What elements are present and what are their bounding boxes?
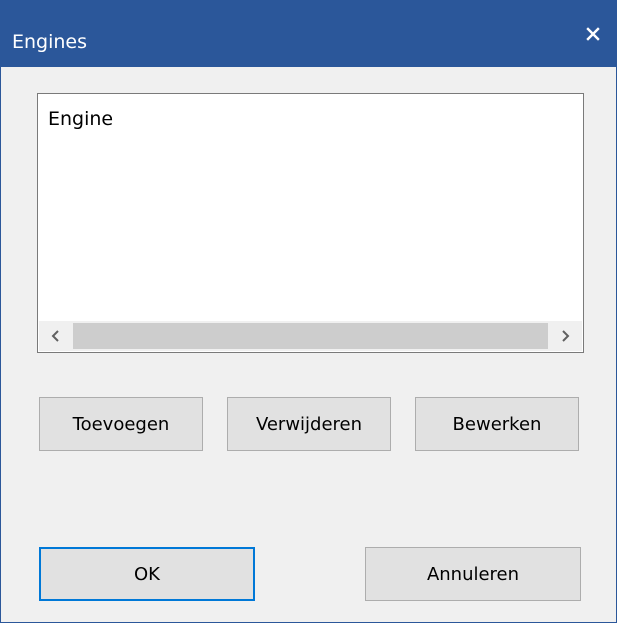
close-button[interactable] <box>570 11 616 57</box>
edit-button[interactable]: Bewerken <box>415 397 579 451</box>
list-item[interactable]: Engine <box>48 108 113 130</box>
scroll-thumb[interactable] <box>73 323 548 349</box>
chevron-left-icon <box>51 330 59 342</box>
engine-listbox[interactable]: Engine <box>37 93 584 353</box>
horizontal-scrollbar[interactable] <box>39 321 582 351</box>
cancel-button[interactable]: Annuleren <box>365 547 581 601</box>
title-bar: Engines <box>1 1 616 67</box>
chevron-right-icon <box>562 330 570 342</box>
close-icon <box>586 27 600 41</box>
dialog-title: Engines <box>12 31 88 53</box>
scroll-left-button[interactable] <box>39 321 73 351</box>
engines-dialog: Engines Engine Toevoegen Verwijderen Bew… <box>0 0 617 623</box>
add-button[interactable]: Toevoegen <box>39 397 203 451</box>
remove-button[interactable]: Verwijderen <box>227 397 391 451</box>
scroll-right-button[interactable] <box>548 321 582 351</box>
ok-button[interactable]: OK <box>39 547 255 601</box>
